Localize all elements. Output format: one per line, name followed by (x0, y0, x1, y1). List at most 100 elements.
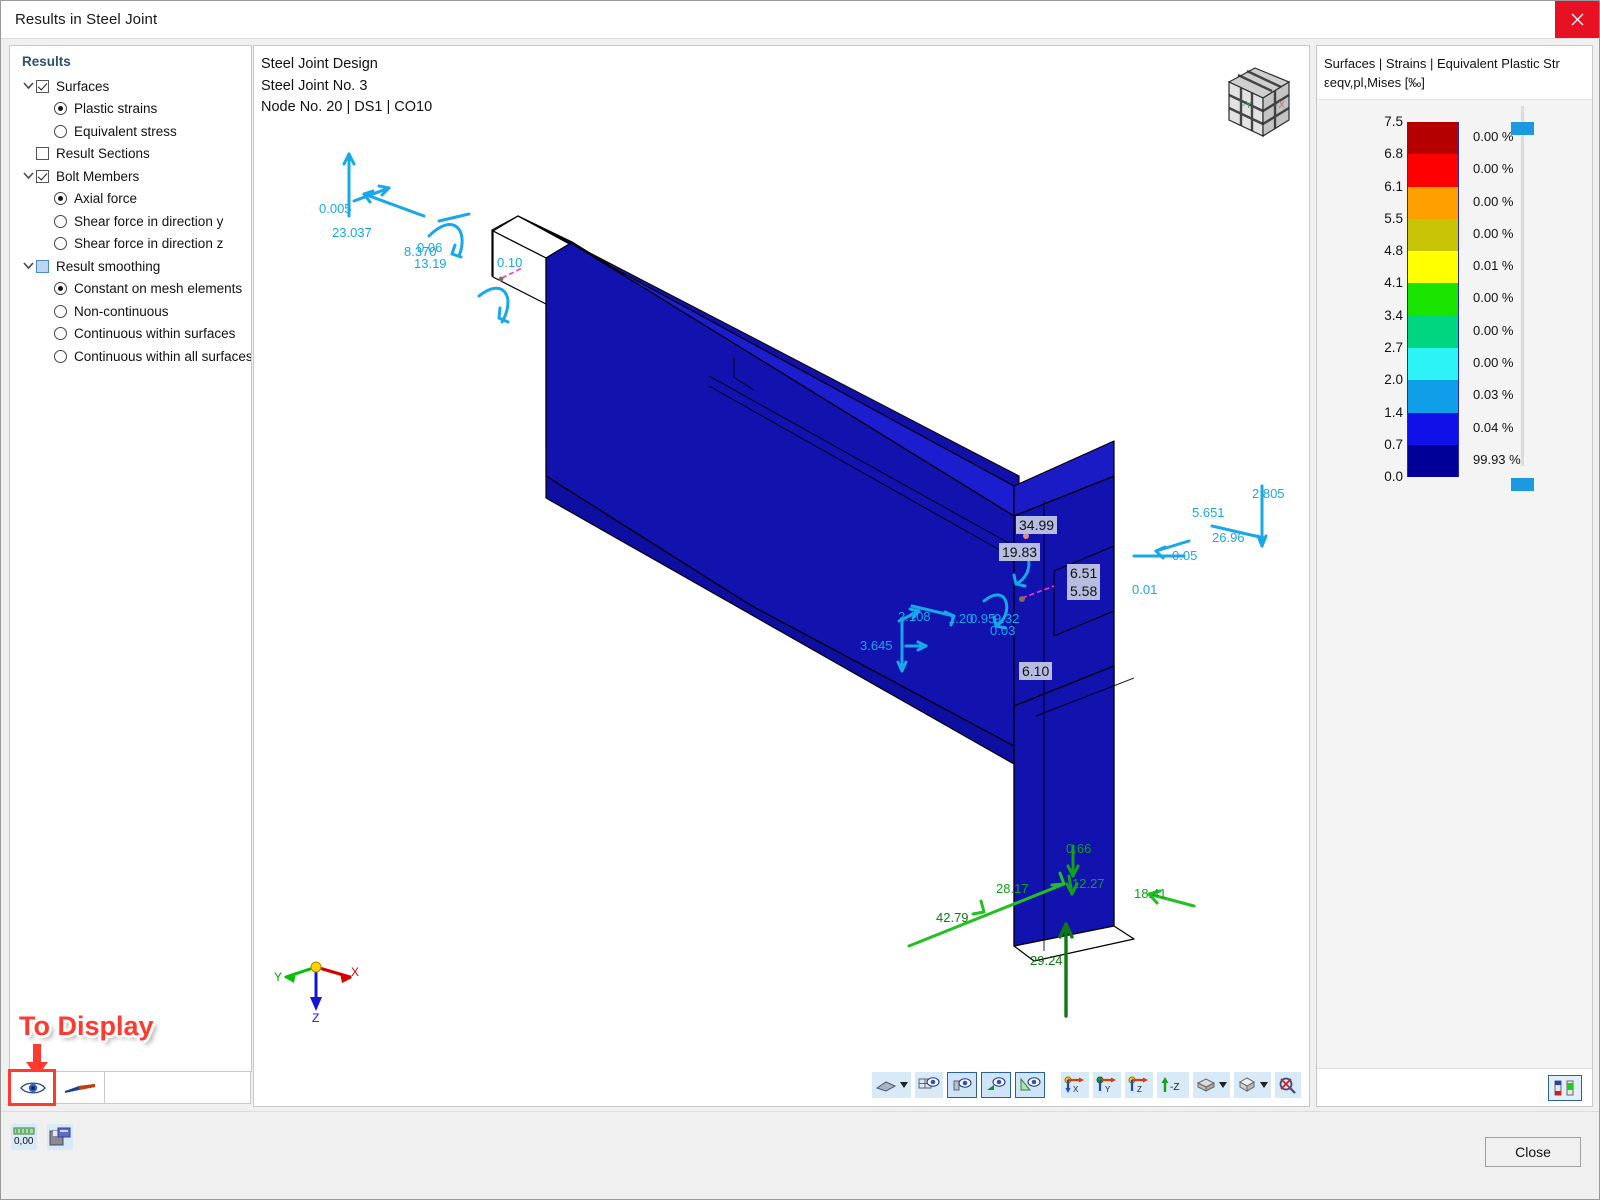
result-diagram-button[interactable] (54, 1071, 104, 1104)
tree-item-label: Result Sections (56, 146, 150, 162)
left-panel-bottom-toolbar (8, 1069, 251, 1106)
show-loads-button[interactable] (981, 1072, 1011, 1098)
load-eye-icon (987, 1077, 1006, 1090)
tree-item-continuous-within-surfaces[interactable]: Continuous within surfaces (12, 323, 251, 346)
radio-icon[interactable] (54, 214, 67, 228)
result-diagram-icon (64, 1083, 95, 1093)
show-results-button[interactable] (1015, 1072, 1045, 1098)
tree-item-bolt-members[interactable]: Bolt Members (12, 165, 251, 188)
scale-upper-knob[interactable] (1511, 122, 1534, 135)
view-negative-z-button[interactable]: -Z (1157, 1072, 1189, 1098)
status-bar: 0,00 Close (1, 1111, 1599, 1199)
view-in-x-button[interactable]: X (1061, 1072, 1089, 1098)
tree-item-shear-force-in-direction-y[interactable]: Shear force in direction y (12, 210, 251, 233)
band-percentage: 0.00 % (1473, 355, 1514, 371)
checkbox-icon[interactable] (36, 79, 49, 93)
radio-icon[interactable] (54, 237, 67, 251)
color-swatch (1407, 444, 1459, 478)
checkbox-icon[interactable] (36, 259, 49, 273)
radio-icon[interactable] (54, 349, 67, 363)
chevron-down-icon[interactable] (20, 262, 36, 270)
chevron-down-icon[interactable] (20, 172, 36, 180)
perspective-button[interactable] (1234, 1072, 1271, 1098)
results-tree: Surfaces Plastic strains Equivalent stress… (10, 75, 251, 368)
chevron-down-icon (1260, 1082, 1268, 1088)
color-swatch (1407, 122, 1459, 155)
viewport-toolbar: X Y Z -Z (872, 1072, 1301, 1098)
tree-item-label: Non-continuous (74, 303, 169, 319)
radio-icon[interactable] (54, 102, 67, 116)
nav-cube-face-right: -X (1275, 100, 1285, 111)
render-mode-button[interactable] (872, 1072, 911, 1098)
display-filter-input[interactable] (104, 1071, 251, 1104)
tree-item-equivalent-stress[interactable]: Equivalent stress (12, 120, 251, 143)
show-hide-eye-button[interactable] (8, 1069, 56, 1106)
radio-icon[interactable] (54, 192, 67, 206)
scale-tick-label: 4.8 (1384, 243, 1403, 259)
show-supports-button[interactable] (947, 1072, 977, 1098)
svg-text:0,00: 0,00 (14, 1136, 34, 1147)
svg-text:X: X (351, 965, 359, 979)
window-title: Results in Steel Joint (15, 11, 158, 28)
tree-item-shear-force-in-direction-z[interactable]: Shear force in direction z (12, 233, 251, 256)
svg-text:Z: Z (312, 1011, 319, 1023)
chevron-down-icon (900, 1082, 908, 1088)
tree-item-surfaces[interactable]: Surfaces (12, 75, 251, 98)
color-swatch (1407, 348, 1459, 381)
window-titlebar: Results in Steel Joint (1, 1, 1599, 39)
tree-item-axial-force[interactable]: Axial force (12, 188, 251, 211)
tree-item-non-continuous[interactable]: Non-continuous (12, 300, 251, 323)
svg-text:Y: Y (274, 970, 282, 984)
band-percentage: 99.93 % (1473, 451, 1521, 467)
view-in-y-button[interactable]: Y (1093, 1072, 1121, 1098)
precision-value-button[interactable]: 0,00 (11, 1124, 37, 1150)
view-in-z-button[interactable]: Z (1125, 1072, 1153, 1098)
show-mesh-button[interactable] (915, 1072, 943, 1098)
view-navigation-cube[interactable]: -Y -X (1211, 58, 1297, 149)
status-bar-icons: 0,00 (11, 1124, 73, 1150)
band-percentage: 0.00 % (1473, 161, 1514, 177)
checkbox-icon[interactable] (36, 169, 49, 183)
svg-text:X: X (1073, 1085, 1079, 1094)
tree-item-label: Plastic strains (74, 101, 158, 117)
tree-item-result-smoothing[interactable]: Result smoothing (12, 255, 251, 278)
tree-item-plastic-strains[interactable]: Plastic strains (12, 98, 251, 121)
radio-icon[interactable] (54, 327, 67, 341)
zoom-reset-icon (1279, 1077, 1296, 1094)
radio-icon[interactable] (54, 282, 67, 296)
scale-track (1521, 106, 1524, 466)
axis-x-icon: X (1064, 1076, 1084, 1094)
close-button[interactable]: Close (1485, 1137, 1581, 1167)
band-percentage: 0.00 % (1473, 129, 1514, 144)
tree-item-result-sections[interactable]: Result Sections (12, 143, 251, 166)
tree-item-continuous-within-all-surfaces[interactable]: Continuous within all surfaces (12, 345, 251, 368)
svg-text:Z: Z (1137, 1085, 1142, 1094)
scale-lower-knob[interactable] (1511, 478, 1534, 491)
zoom-reset-button[interactable] (1275, 1072, 1301, 1098)
checkbox-icon[interactable] (36, 147, 49, 161)
window-close-button[interactable] (1555, 1, 1599, 38)
legend-color-scale: 7.5 0.00 % 6.8 0.00 % 6.1 0.00 % 5.5 0.00 % 4.8 0… (1317, 100, 1592, 520)
export-results-button[interactable] (47, 1124, 73, 1150)
color-swatch (1407, 186, 1459, 219)
results-panel-header: Results (22, 54, 71, 69)
view-preset-button[interactable] (1193, 1072, 1230, 1098)
band-percentage: 0.04 % (1473, 419, 1514, 435)
color-swatch (1407, 412, 1459, 445)
color-scale-settings-button[interactable] (1548, 1074, 1582, 1101)
radio-icon[interactable] (54, 304, 67, 318)
chevron-down-icon[interactable] (20, 82, 36, 90)
scale-tick-label: 5.5 (1384, 210, 1403, 226)
color-swatch (1407, 154, 1459, 187)
legend-panel: Surfaces | Strains | Equivalent Plastic … (1316, 45, 1593, 1107)
steel-joint-3d-model (342, 152, 1268, 1018)
color-swatch (1407, 218, 1459, 252)
mesh-eye-icon (918, 1077, 940, 1089)
band-percentage: 0.00 % (1473, 290, 1514, 306)
eye-icon (19, 1081, 46, 1094)
model-viewport[interactable]: Steel Joint Design Steel Joint No. 3 Nod… (253, 45, 1310, 1107)
radio-icon[interactable] (54, 124, 67, 138)
band-percentage: 0.00 % (1473, 193, 1514, 209)
scale-tick-label: 4.1 (1384, 275, 1403, 291)
tree-item-constant-on-mesh-elements[interactable]: Constant on mesh elements (12, 278, 251, 301)
